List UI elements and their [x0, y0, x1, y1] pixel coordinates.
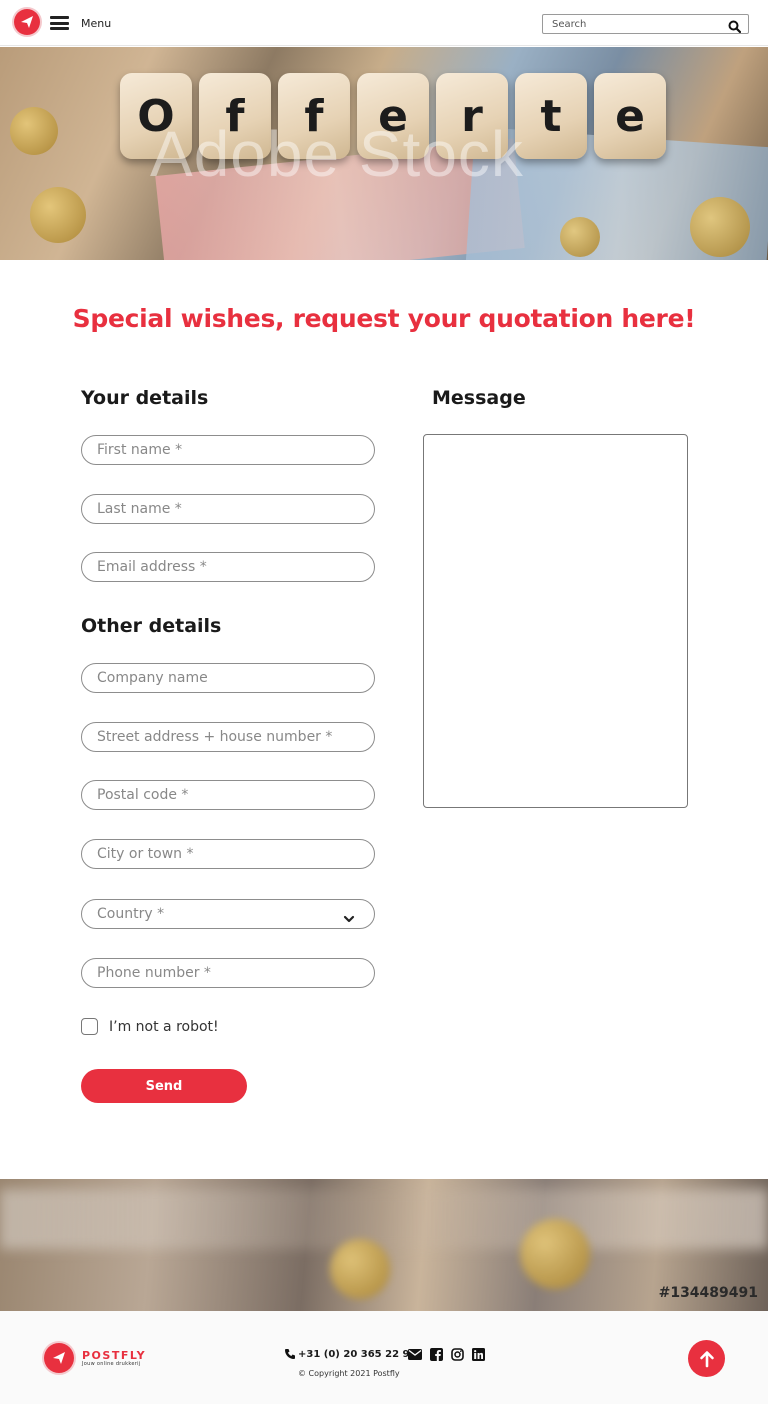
facebook-icon[interactable]	[429, 1347, 443, 1361]
search-icon[interactable]	[728, 18, 742, 37]
city-field	[81, 839, 375, 869]
phone-input[interactable]	[82, 959, 374, 987]
robot-check: I’m not a robot!	[81, 1018, 219, 1035]
email-input[interactable]	[82, 553, 374, 581]
menu-label: Menu	[81, 16, 112, 30]
footer-brand: POSTFLY	[82, 1348, 147, 1362]
stock-watermark: Adobe Stock	[150, 118, 524, 190]
bottom-banner: #134489491	[0, 1179, 768, 1311]
last-name-field	[81, 494, 375, 524]
site-footer: POSTFLY Jouw online drukkerij +31 (0) 20…	[0, 1311, 768, 1404]
paper-plane-icon	[21, 16, 33, 28]
last-name-input[interactable]	[82, 495, 374, 523]
page-title: Special wishes, request your quotation h…	[72, 304, 696, 333]
paper-plane-icon	[44, 1343, 74, 1373]
letter-cube: e	[594, 73, 666, 159]
phone-icon	[285, 1349, 295, 1359]
hamburger-icon	[50, 16, 69, 30]
postfly-logo[interactable]	[14, 9, 40, 35]
copyright: © Copyright 2021 Postfly	[298, 1369, 400, 1378]
first-name-input[interactable]	[82, 436, 374, 464]
email-field	[81, 552, 375, 582]
country-select[interactable]	[81, 899, 375, 929]
message-heading: Message	[432, 387, 526, 409]
message-textarea[interactable]	[424, 435, 687, 807]
search-box	[542, 14, 749, 34]
stock-id: #134489491	[658, 1285, 758, 1301]
social-links	[408, 1347, 485, 1361]
search-input[interactable]	[543, 15, 723, 33]
message-box	[423, 434, 688, 808]
send-button[interactable]: Send	[81, 1069, 247, 1103]
postal-code-input[interactable]	[82, 781, 374, 809]
phone-field	[81, 958, 375, 988]
your-details-heading: Your details	[81, 387, 209, 409]
phone-number: +31 (0) 20 365 22 93	[298, 1348, 417, 1360]
phone-link[interactable]: +31 (0) 20 365 22 93	[284, 1348, 416, 1360]
hero-image: O f f e r t e Adobe Stock	[0, 47, 768, 260]
company-input[interactable]	[82, 664, 374, 692]
mail-icon[interactable]	[408, 1347, 422, 1361]
first-name-field	[81, 435, 375, 465]
postal-code-field	[81, 780, 375, 810]
street-field	[81, 722, 375, 752]
back-to-top-button[interactable]	[688, 1340, 725, 1377]
footer-logo[interactable]: POSTFLY Jouw online drukkerij	[44, 1343, 146, 1373]
other-details-heading: Other details	[81, 615, 222, 637]
linkedin-icon[interactable]	[471, 1347, 485, 1361]
street-input[interactable]	[82, 723, 374, 751]
footer-tagline: Jouw online drukkerij	[82, 1360, 141, 1367]
country-input[interactable]	[82, 900, 374, 928]
company-field	[81, 663, 375, 693]
menu-button[interactable]: Menu	[50, 13, 111, 33]
site-header: Menu	[0, 0, 768, 46]
chevron-down-icon	[343, 909, 355, 928]
arrow-up-icon	[699, 1350, 714, 1367]
city-input[interactable]	[82, 840, 374, 868]
letter-cube: t	[515, 73, 587, 159]
instagram-icon[interactable]	[450, 1347, 464, 1361]
robot-checkbox[interactable]	[81, 1018, 98, 1035]
robot-label: I’m not a robot!	[109, 1018, 219, 1035]
